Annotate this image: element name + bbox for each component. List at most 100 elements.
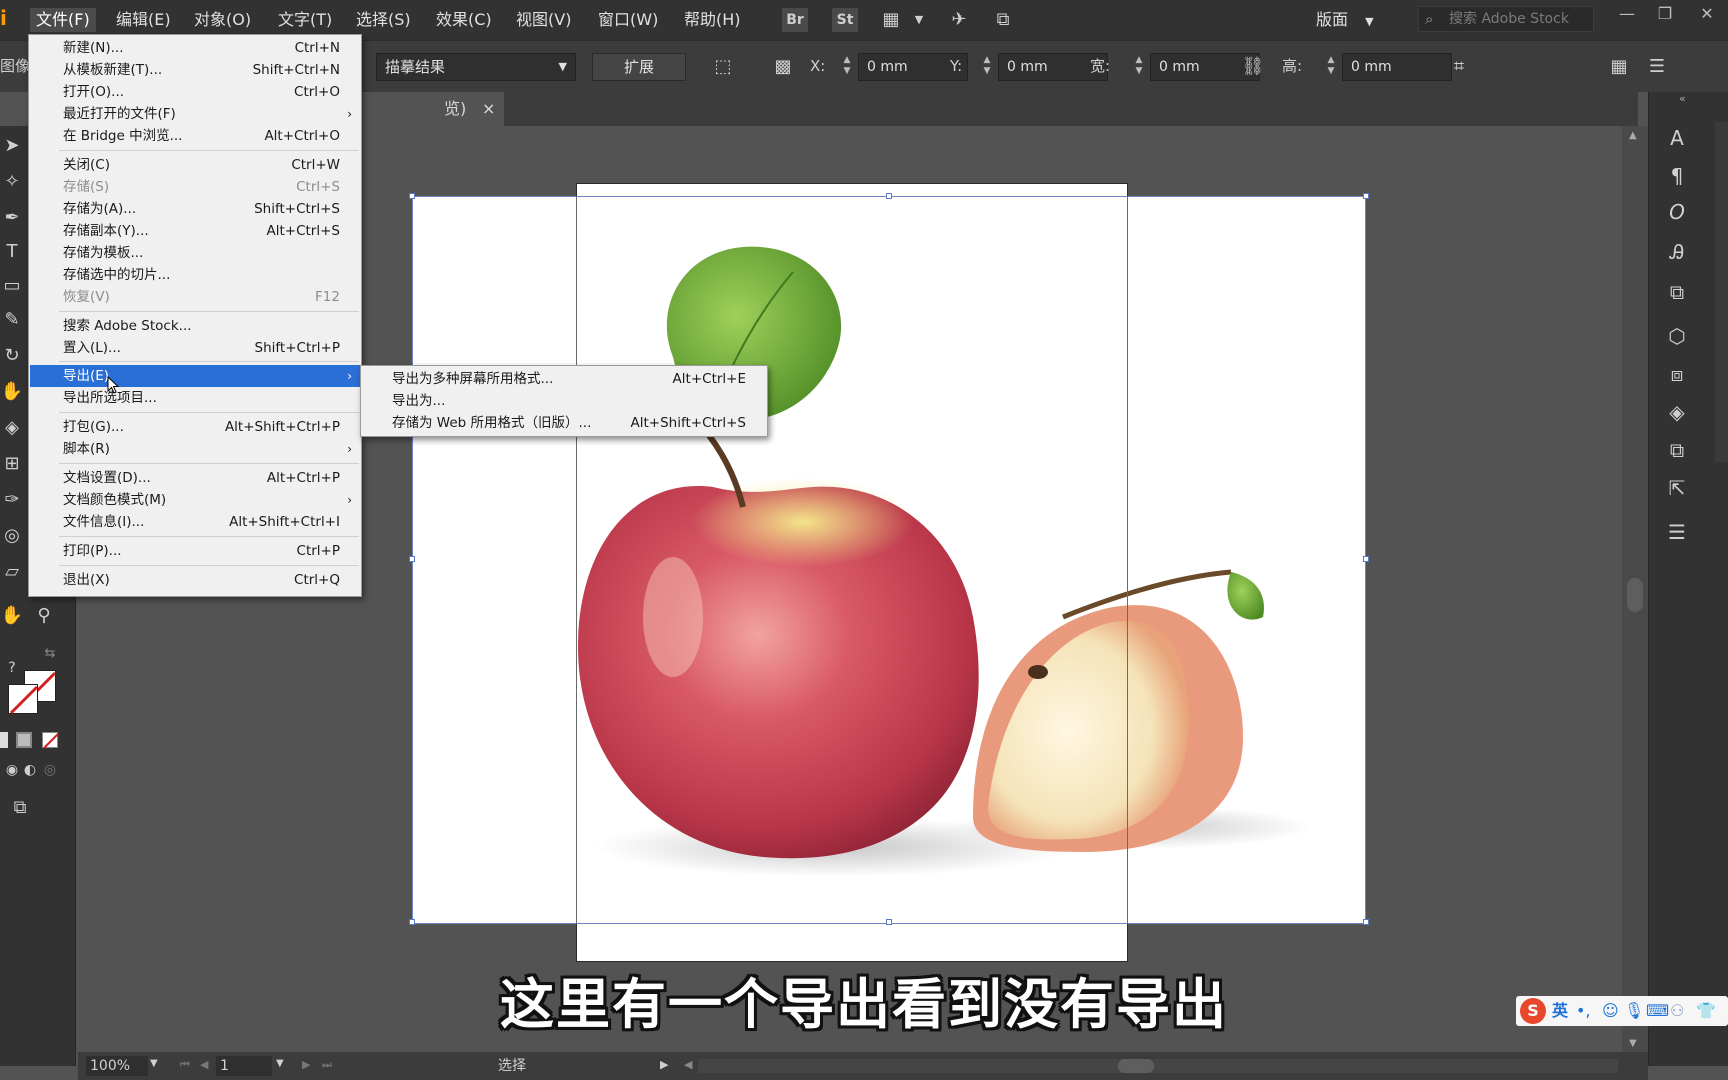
- magic-wand-tool-icon[interactable]: ✧: [0, 170, 24, 194]
- none-mode-icon[interactable]: [42, 732, 59, 749]
- character-panel-icon[interactable]: A: [1663, 124, 1691, 152]
- menu-view[interactable]: 视图(V): [510, 8, 577, 32]
- menu-item-open-recent[interactable]: 最近打开的文件(F) ›: [30, 103, 360, 125]
- y-stepper-icon[interactable]: ▲ ▼: [980, 55, 994, 79]
- layers-icon[interactable]: ◈: [1663, 398, 1691, 426]
- hand-tool-icon[interactable]: ✋: [0, 604, 24, 628]
- menu-item-document-setup[interactable]: 文档设置(D)... Alt+Ctrl+P: [30, 467, 360, 489]
- change-screen-mode-icon[interactable]: ⧉: [8, 796, 32, 820]
- pen-tool-icon[interactable]: ✒: [0, 206, 24, 230]
- align-icon[interactable]: ⬚: [710, 55, 736, 79]
- paragraph-styles-icon[interactable]: ⧉: [1663, 278, 1691, 306]
- width-stepper-icon[interactable]: ▲ ▼: [1132, 55, 1146, 79]
- menu-item-open[interactable]: 打开(O)... Ctrl+O: [30, 81, 360, 103]
- scroll-left-icon[interactable]: ◀: [684, 1058, 692, 1071]
- horizontal-scroll-thumb[interactable]: [1118, 1059, 1154, 1073]
- menu-object[interactable]: 对象(O): [188, 8, 257, 32]
- bounding-box-handle[interactable]: [1363, 556, 1369, 562]
- color-mode-icon[interactable]: [0, 732, 8, 748]
- menu-help[interactable]: 帮助(H): [678, 8, 747, 32]
- scroll-up-icon[interactable]: ▲: [1629, 130, 1637, 141]
- transform-icon[interactable]: ⌗: [1446, 55, 1472, 79]
- zoom-tool-icon[interactable]: ⚲: [32, 604, 56, 628]
- x-stepper-icon[interactable]: ▲ ▼: [840, 55, 854, 79]
- arrange-documents-icon[interactable]: ▦: [878, 8, 904, 32]
- panel-options-icon[interactable]: ☰: [1663, 518, 1691, 546]
- panel-menu-icon[interactable]: ☰: [1644, 55, 1670, 79]
- menu-item-print[interactable]: 打印(P)... Ctrl+P: [30, 540, 360, 562]
- menu-item-document-color-mode[interactable]: 文档颜色模式(M) ›: [30, 489, 360, 511]
- horizontal-scrollbar[interactable]: [698, 1059, 1618, 1073]
- chevron-down-icon[interactable]: ▼: [276, 1058, 284, 1069]
- zoom-field[interactable]: 100%: [86, 1056, 148, 1076]
- menu-item-exit[interactable]: 退出(X) Ctrl+Q: [30, 569, 360, 591]
- paragraph-panel-icon[interactable]: ¶: [1663, 162, 1691, 190]
- stock-button[interactable]: St: [832, 8, 858, 32]
- character-styles-icon[interactable]: Ꭿ: [1663, 238, 1691, 266]
- asset-export-icon[interactable]: ⇱: [1663, 474, 1691, 502]
- bounding-box-handle[interactable]: [409, 193, 415, 199]
- skin-icon[interactable]: 👕: [1696, 1000, 1716, 1022]
- menu-item-new[interactable]: 新建(N)... Ctrl+N: [30, 37, 360, 59]
- bounding-box-handle[interactable]: [1363, 919, 1369, 925]
- trace-view-select[interactable]: 描摹结果 ▼: [376, 53, 576, 81]
- menu-type[interactable]: 文字(T): [272, 8, 338, 32]
- opentype-panel-icon[interactable]: O: [1663, 198, 1691, 226]
- reference-point-icon[interactable]: ▩: [770, 55, 796, 79]
- gradient-mode-icon[interactable]: [16, 732, 32, 748]
- expand-button[interactable]: 扩展: [592, 53, 686, 81]
- menu-item-new-from-template[interactable]: 从模板新建(T)... Shift+Ctrl+N: [30, 59, 360, 81]
- menu-item-export-selection[interactable]: 导出所选项目...: [30, 387, 360, 409]
- bounding-box-handle[interactable]: [409, 919, 415, 925]
- height-stepper-icon[interactable]: ▲ ▼: [1324, 55, 1338, 79]
- user-icon[interactable]: ⚇: [1670, 1000, 1684, 1022]
- menu-effect[interactable]: 效果(C): [430, 8, 498, 32]
- vertical-scrollbar[interactable]: ▲ ▼: [1622, 126, 1648, 1066]
- previous-artboard-icon[interactable]: ◀: [200, 1058, 208, 1071]
- shape-builder-tool-icon[interactable]: ◈: [0, 416, 24, 440]
- symbol-sprayer-tool-icon[interactable]: ◎: [0, 524, 24, 548]
- blend-mode-icon[interactable]: ◎: [38, 758, 62, 782]
- rectangle-tool-icon[interactable]: ▭: [0, 274, 24, 298]
- rotate-tool-icon[interactable]: ↻: [0, 344, 24, 368]
- menu-item-export-as[interactable]: 导出为...: [362, 390, 766, 412]
- keyboard-icon[interactable]: ⌨: [1646, 1000, 1669, 1022]
- menu-item-save-a-copy[interactable]: 存储副本(Y)... Alt+Ctrl+S: [30, 220, 360, 242]
- menu-item-save-for-web[interactable]: 存储为 Web 所用格式（旧版）... Alt+Shift+Ctrl+S: [362, 412, 766, 434]
- menu-item-export[interactable]: 导出(E) ›: [30, 365, 360, 387]
- menu-item-save-selected-slices[interactable]: 存储选中的切片...: [30, 264, 360, 286]
- menu-item-place[interactable]: 置入(L)... Shift+Ctrl+P: [30, 337, 360, 359]
- menu-item-search-adobe-stock[interactable]: 搜索 Adobe Stock...: [30, 315, 360, 337]
- collapse-panels-icon[interactable]: «: [1679, 92, 1686, 105]
- menu-item-export-for-screens[interactable]: 导出为多种屏幕所用格式... Alt+Ctrl+E: [362, 368, 766, 390]
- gpu-performance-icon[interactable]: ✈: [946, 8, 972, 32]
- artboard-tool-icon[interactable]: ▱: [0, 560, 24, 584]
- vertical-scroll-thumb[interactable]: [1627, 578, 1643, 612]
- scroll-down-icon[interactable]: ▼: [1629, 1038, 1637, 1049]
- perspective-grid-tool-icon[interactable]: ⊞: [0, 452, 24, 476]
- menu-edit[interactable]: 编辑(E): [110, 8, 177, 32]
- menu-item-file-info[interactable]: 文件信息(I)... Alt+Shift+Ctrl+I: [30, 511, 360, 533]
- artboard-number-field[interactable]: 1: [216, 1056, 272, 1076]
- stock-search-input[interactable]: ⌕ 搜索 Adobe Stock: [1418, 6, 1594, 32]
- bounding-box-handle[interactable]: [409, 556, 415, 562]
- menu-item-package[interactable]: 打包(G)... Alt+Shift+Ctrl+P: [30, 416, 360, 438]
- fill-swatch[interactable]: [8, 684, 39, 715]
- next-artboard-icon[interactable]: ▶: [302, 1058, 310, 1071]
- first-artboard-icon[interactable]: ⏮: [180, 1058, 190, 1072]
- menu-window[interactable]: 窗口(W): [592, 8, 664, 32]
- ime-mode-label[interactable]: 英: [1552, 1000, 1568, 1022]
- swap-colors-icon[interactable]: ⇆: [38, 642, 62, 666]
- menu-item-scripts[interactable]: 脚本(R) ›: [30, 438, 360, 460]
- constrain-proportions-icon[interactable]: ⛓: [1240, 55, 1266, 79]
- menu-item-browse-in-bridge[interactable]: 在 Bridge 中浏览... Alt+Ctrl+O: [30, 125, 360, 147]
- menu-item-save-as[interactable]: 存储为(A)... Shift+Ctrl+S: [30, 198, 360, 220]
- microphone-icon[interactable]: 🎙: [1624, 1000, 1644, 1022]
- eyedropper-tool-icon[interactable]: ✑: [0, 488, 24, 512]
- punctuation-icon[interactable]: •,: [1576, 1000, 1591, 1022]
- share-icon[interactable]: ⧉: [990, 8, 1016, 32]
- close-tab-icon[interactable]: ×: [482, 92, 498, 126]
- arrange-icon[interactable]: ▦: [1606, 55, 1632, 79]
- workspace-switcher[interactable]: 版面 ▼: [1316, 6, 1386, 34]
- warp-tool-icon[interactable]: ✋: [0, 380, 24, 404]
